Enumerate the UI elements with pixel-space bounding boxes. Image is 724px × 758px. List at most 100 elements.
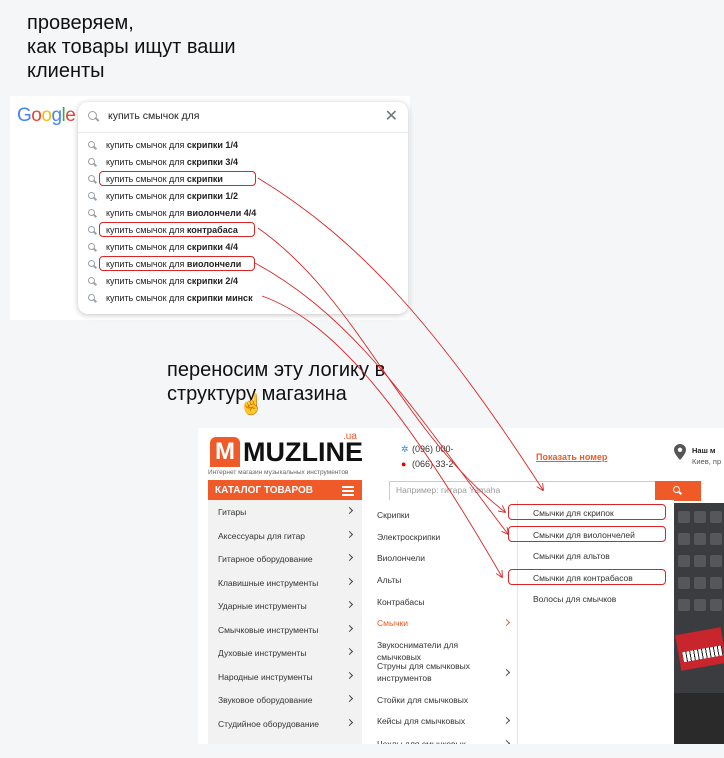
chevron-right-icon bbox=[502, 739, 511, 744]
category-item[interactable]: Студийное оборудование bbox=[208, 712, 362, 735]
chevron-right-icon bbox=[345, 718, 354, 726]
suggestion-item[interactable]: купить смычок для скрипки 1/4 bbox=[78, 137, 408, 154]
suggestion-item[interactable]: купить смычок для скрипки 4/4 bbox=[78, 239, 408, 256]
subcategory-item[interactable]: Контрабасы bbox=[362, 596, 517, 616]
subcategory-item[interactable]: Электроскрипки bbox=[362, 531, 517, 551]
suggestion-text: купить смычок для скрипки 4/4 bbox=[106, 242, 238, 252]
vodafone-icon: ● bbox=[401, 459, 407, 469]
subcategory-item[interactable]: Скрипки bbox=[362, 509, 517, 529]
category-item[interactable]: Звуковое оборудование bbox=[208, 688, 362, 711]
show-number-link[interactable]: Показать номер bbox=[536, 452, 607, 462]
banner-photo bbox=[674, 503, 724, 744]
category-label: Духовые инструменты bbox=[218, 648, 307, 658]
bow-item[interactable]: Волосы для смычков bbox=[533, 594, 616, 604]
category-item[interactable]: Ударные инструменты bbox=[208, 594, 362, 617]
category-menu: Гитары Аксессуары для гитар Гитарное обору… bbox=[208, 500, 362, 744]
google-logo-letter: e bbox=[65, 105, 76, 126]
subcategory-label: Стойки для смычковых bbox=[377, 695, 469, 705]
chevron-right-icon bbox=[345, 506, 354, 515]
phone-number-2: (066) 33-2 bbox=[412, 459, 454, 469]
category-label: Студийное оборудование bbox=[218, 718, 319, 729]
suggestion-item[interactable]: купить смычок для скрипки 3/4 bbox=[78, 154, 408, 171]
close-icon[interactable]: ✕ bbox=[385, 106, 398, 126]
search-icon bbox=[88, 111, 97, 120]
search-icon bbox=[88, 192, 95, 199]
category-item[interactable]: Клавишные инструменты bbox=[208, 571, 362, 594]
google-autocomplete-box: купить смычок для ✕ купить смычок для ск… bbox=[78, 102, 408, 314]
shop-search-input[interactable]: Например: гитара Yamaha bbox=[389, 481, 657, 501]
muzline-logo[interactable]: M MUZLINE .ua Интернет магазин музыкальн… bbox=[208, 431, 363, 478]
catalog-button[interactable]: КАТАЛОГ ТОВАРОВ bbox=[208, 480, 362, 502]
search-icon bbox=[673, 486, 680, 493]
search-icon bbox=[88, 294, 95, 301]
chevron-right-icon bbox=[502, 716, 511, 725]
bow-item-highlight bbox=[508, 504, 666, 520]
suggestion-item[interactable]: купить смычок для виолончели 4/4 bbox=[78, 205, 408, 222]
category-item[interactable]: Народные инструменты bbox=[208, 665, 362, 688]
suggestion-item[interactable]: купить смычок для скрипки 2/4 bbox=[78, 273, 408, 290]
subcategory-item[interactable]: Смычки bbox=[362, 617, 517, 637]
suggestion-highlight bbox=[99, 171, 256, 186]
search-button[interactable] bbox=[655, 481, 701, 501]
google-logo-letter: g bbox=[51, 105, 62, 126]
subcategory-item[interactable]: Чехлы для смычковых bbox=[362, 738, 517, 744]
search-icon bbox=[88, 277, 95, 284]
subcategory-item[interactable]: Виолончели bbox=[362, 552, 517, 572]
subcategory-menu: Скрипки Электроскрипки Виолончели Альты Конт… bbox=[362, 500, 518, 744]
hand-cursor-icon: ☝ bbox=[239, 394, 264, 416]
search-icon bbox=[88, 158, 95, 165]
chevron-right-icon bbox=[502, 618, 511, 627]
search-icon bbox=[88, 141, 95, 148]
subcategory-item[interactable]: Альты bbox=[362, 574, 517, 594]
suggestion-text: купить смычок для скрипки 1/4 bbox=[106, 140, 238, 150]
chevron-right-icon bbox=[345, 694, 354, 703]
category-item[interactable]: Духовые инструменты bbox=[208, 641, 362, 664]
chevron-right-icon bbox=[345, 624, 354, 632]
phone-vodafone[interactable]: ● (066) 33-2 bbox=[401, 459, 454, 469]
category-item[interactable]: Гитары bbox=[208, 500, 362, 523]
chevron-right-icon bbox=[345, 530, 354, 538]
category-item[interactable]: Аксессуары для гитар bbox=[208, 524, 362, 547]
google-logo-letter: G bbox=[17, 105, 32, 126]
subcategory-item[interactable]: Кейсы для смычковых bbox=[362, 715, 517, 735]
google-logo-letter: o bbox=[41, 105, 52, 126]
google-search-screenshot: Google купить смычок для ✕ купить смычок… bbox=[10, 96, 410, 416]
category-item[interactable]: Смычковые инструменты bbox=[208, 618, 362, 641]
bow-item[interactable]: Смычки для альтов bbox=[533, 551, 610, 561]
search-icon bbox=[88, 260, 95, 267]
suggestion-item[interactable]: купить смычок для скрипки 1/2 bbox=[78, 188, 408, 205]
subcategory-item[interactable]: Струны для смычковых инструментов bbox=[362, 660, 517, 683]
bow-item-highlight bbox=[508, 568, 666, 585]
subcategory-label: Чехлы для смычковых bbox=[377, 739, 466, 744]
suggestion-item[interactable]: купить смычок для скрипки минск bbox=[78, 290, 408, 307]
google-search-input[interactable]: купить смычок для ✕ bbox=[78, 102, 408, 133]
subcategory-label: Виолончели bbox=[377, 553, 426, 563]
synthesizer-image bbox=[675, 627, 724, 671]
heading-top: проверяем, как товары ищут ваши клиенты bbox=[27, 12, 236, 82]
address-title: Наш м bbox=[692, 446, 716, 455]
subcategory-label: Контрабасы bbox=[377, 597, 425, 607]
chevron-right-icon bbox=[345, 577, 354, 585]
category-label: Гитарное оборудование bbox=[218, 554, 313, 564]
subcategory-label: Кейсы для смычковых bbox=[377, 716, 466, 726]
headphones-logo-icon: M bbox=[210, 437, 240, 467]
category-label: Ударные инструменты bbox=[218, 601, 307, 611]
category-label: Народные инструменты bbox=[218, 671, 313, 682]
logo-domain: .ua bbox=[343, 431, 357, 442]
subcategory-item[interactable]: Стойки для смычковых bbox=[362, 694, 517, 714]
shop-screenshot: M MUZLINE .ua Интернет магазин музыкальн… bbox=[198, 428, 724, 744]
suggestion-highlight bbox=[99, 222, 255, 237]
search-icon bbox=[88, 209, 95, 216]
phone-kyivstar[interactable]: ✲ (096) 000- bbox=[401, 444, 454, 455]
suggestion-text: купить смычок для виолончели 4/4 bbox=[106, 208, 257, 218]
menu-icon bbox=[342, 486, 354, 496]
catalog-label: КАТАЛОГ ТОВАРОВ bbox=[215, 485, 314, 496]
google-logo-letter: o bbox=[31, 105, 42, 126]
subcategory-item[interactable]: Звукосниматели для смычковых bbox=[362, 639, 517, 662]
logo-tagline: Интернет магазин музыкальных инструменто… bbox=[208, 469, 349, 476]
kyivstar-icon: ✲ bbox=[401, 444, 409, 454]
chevron-right-icon bbox=[345, 600, 354, 609]
search-icon bbox=[88, 175, 95, 182]
category-item[interactable]: Гитарное оборудование bbox=[208, 547, 362, 570]
category-label: Гитары bbox=[218, 507, 247, 517]
